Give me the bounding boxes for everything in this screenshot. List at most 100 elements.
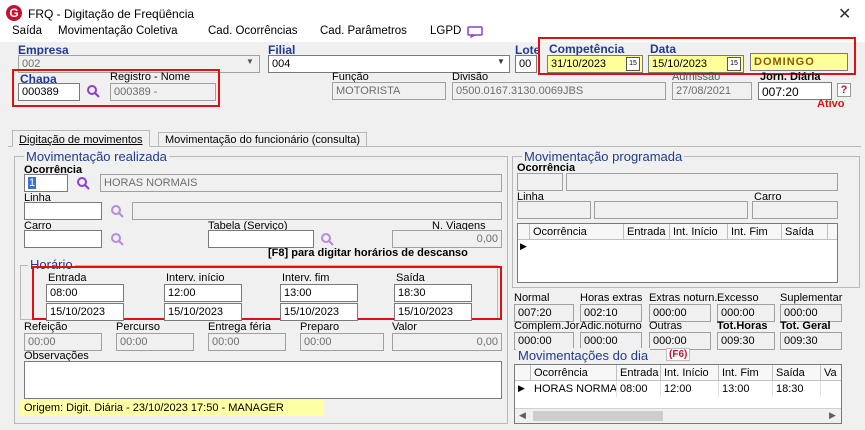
total-complem-label: Complem.Jor. (514, 320, 582, 332)
valor-label: Valor (392, 321, 417, 333)
dia-col-saida[interactable]: Saída (773, 365, 821, 381)
registro-field: 000389 - (110, 83, 216, 101)
entrada-date-input[interactable]: 15/10/2023 (46, 303, 124, 321)
programada-grid: Ocorrência Entrada Int. Início Int. Fim … (517, 223, 838, 283)
interv-inicio-date-input[interactable]: 15/10/2023 (164, 303, 242, 321)
interv-fim-label: Interv. fim (282, 272, 330, 284)
row-pointer-icon: ▶ (518, 383, 525, 393)
programada-linha-code (517, 201, 591, 219)
app-logo: G (6, 5, 22, 21)
interv-fim-date-input[interactable]: 15/10/2023 (280, 303, 358, 321)
dia-grid: Ocorrência Entrada Int. Início Int. Fim … (514, 364, 842, 424)
tabela-input[interactable] (208, 230, 314, 248)
carro-input[interactable] (24, 230, 102, 248)
dia-col-int-fim[interactable]: Int. Fim (719, 365, 773, 381)
ocorrencia-code-input[interactable]: 1 (24, 174, 68, 192)
programada-col-saida[interactable]: Saída (782, 224, 828, 240)
tab-movimentacao-funcionario[interactable]: Movimentação do funcionário (consulta) (158, 132, 368, 146)
preparo-label: Preparo (300, 321, 340, 333)
ocorrencia-search-icon[interactable] (76, 176, 90, 190)
menu-saida[interactable]: Saída (12, 25, 42, 37)
tab-digitacao[interactable]: Digitação de movimentos (12, 130, 150, 147)
total-horas-extras-label: Horas extras (580, 292, 643, 304)
programada-carro-field (752, 201, 838, 219)
linha-name-field (132, 202, 502, 220)
scroll-right-icon[interactable]: ▶ (829, 410, 836, 421)
saida-date-input[interactable]: 15/10/2023 (394, 303, 472, 321)
scroll-thumb[interactable] (533, 411, 663, 421)
empresa-chevron-down-icon[interactable]: ▼ (246, 57, 254, 66)
preparo-field[interactable]: 00:00 (300, 333, 384, 351)
lgpd-chat-icon[interactable] (467, 26, 483, 38)
total-excesso-label: Excesso (717, 292, 759, 304)
funcao-field: MOTORISTA (332, 82, 446, 100)
origem-info: Origem: Digit. Diária - 23/10/2023 17:50… (20, 400, 324, 416)
total-outras-label: Outras (649, 320, 683, 332)
lote-input[interactable]: 00 (515, 55, 537, 73)
entrada-time-input[interactable]: 08:00 (46, 284, 124, 302)
weekday-display: DOMINGO (750, 53, 848, 71)
help-icon[interactable]: ? (837, 83, 851, 97)
realizada-title: Movimentação realizada (24, 149, 169, 164)
registro-label: Registro - Nome (110, 71, 191, 83)
menu-lgpd[interactable]: LGPD (430, 25, 461, 37)
tabela-search-icon[interactable] (320, 232, 334, 246)
valor-field[interactable]: 0,00 (392, 333, 502, 351)
programada-linha-name (594, 201, 748, 219)
total-adic-noturno-label: Adic.noturno (580, 320, 642, 332)
linha-input[interactable] (24, 202, 102, 220)
total-extras-noturn-label: Extras noturn. (649, 292, 718, 304)
scroll-left-icon[interactable]: ◀ (519, 410, 526, 421)
close-icon[interactable]: ✕ (838, 4, 851, 24)
programada-col-ocorrencia[interactable]: Ocorrência (530, 224, 624, 240)
programada-ocorrencia-name (566, 173, 838, 191)
row-pointer-icon: ▶ (520, 241, 527, 251)
data-calendar-icon[interactable]: 15 (727, 57, 741, 71)
saida-label: Saída (396, 272, 425, 284)
dia-grid-header: Ocorrência Entrada Int. Início Int. Fim … (515, 365, 841, 381)
menu-movimentacao-coletiva[interactable]: Movimentação Coletiva (58, 25, 178, 37)
interv-inicio-time-input[interactable]: 12:00 (164, 284, 242, 302)
refeicao-field[interactable]: 00:00 (24, 333, 102, 351)
menu-cad-ocorrencias[interactable]: Cad. Ocorrências (208, 25, 297, 37)
dia-col-ocorrencia[interactable]: Ocorrência (531, 365, 617, 381)
programada-col-int-inicio[interactable]: Int. Início (670, 224, 728, 240)
observacoes-textarea[interactable] (24, 361, 502, 399)
programada-col-entrada[interactable]: Entrada (624, 224, 670, 240)
menu-cad-parametros[interactable]: Cad. Parâmetros (320, 25, 407, 37)
table-row[interactable]: ▶ HORAS NORMAIS 08:00 12:00 13:00 18:30 (515, 381, 841, 397)
programada-col-int-fim[interactable]: Int. Fim (728, 224, 782, 240)
window-title: FRQ - Digitação de Freqüência (28, 7, 195, 21)
f8-hint: [F8] para digitar horários de descanso (268, 247, 468, 259)
linha-search-icon[interactable] (110, 204, 124, 218)
dia-horizontal-scrollbar[interactable]: ◀ ▶ (515, 408, 841, 423)
percurso-field[interactable]: 00:00 (116, 333, 194, 351)
carro-search-icon[interactable] (110, 232, 124, 246)
entrega-field[interactable]: 00:00 (208, 333, 286, 351)
total-geral-label: Tot. Geral (780, 320, 831, 332)
chapa-input[interactable]: 000389 (18, 83, 80, 101)
refeicao-label: Refeição (24, 321, 68, 333)
entrada-label: Entrada (48, 272, 87, 284)
total-suplementar-label: Suplementar (780, 292, 843, 304)
entrega-label: Entrega féria (208, 321, 271, 333)
percurso-label: Percurso (116, 321, 161, 333)
filial-chevron-down-icon[interactable]: ▼ (497, 57, 505, 66)
interv-inicio-label: Interv. início (166, 272, 225, 284)
viagens-field: 0,00 (392, 230, 502, 248)
total-geral-value: 009:30 (780, 332, 842, 350)
total-tot-horas-value: 009:30 (717, 332, 775, 350)
competencia-label: Competência (549, 42, 625, 56)
dia-title: Movimentações do dia (516, 348, 651, 363)
dia-col-int-inicio[interactable]: Int. Início (661, 365, 719, 381)
interv-fim-time-input[interactable]: 13:00 (280, 284, 358, 302)
dia-col-va[interactable]: Va (821, 365, 841, 381)
chapa-search-icon[interactable] (86, 84, 100, 98)
dia-col-entrada[interactable]: Entrada (617, 365, 661, 381)
ocorrencia-name-field: HORAS NORMAIS (100, 174, 502, 192)
divisao-field: 0500.0167.3130.0069JBS (452, 82, 666, 100)
competencia-calendar-icon[interactable]: 15 (626, 57, 640, 71)
data-label: Data (650, 42, 677, 56)
total-normal-label: Normal (514, 292, 550, 304)
saida-time-input[interactable]: 18:30 (394, 284, 472, 302)
